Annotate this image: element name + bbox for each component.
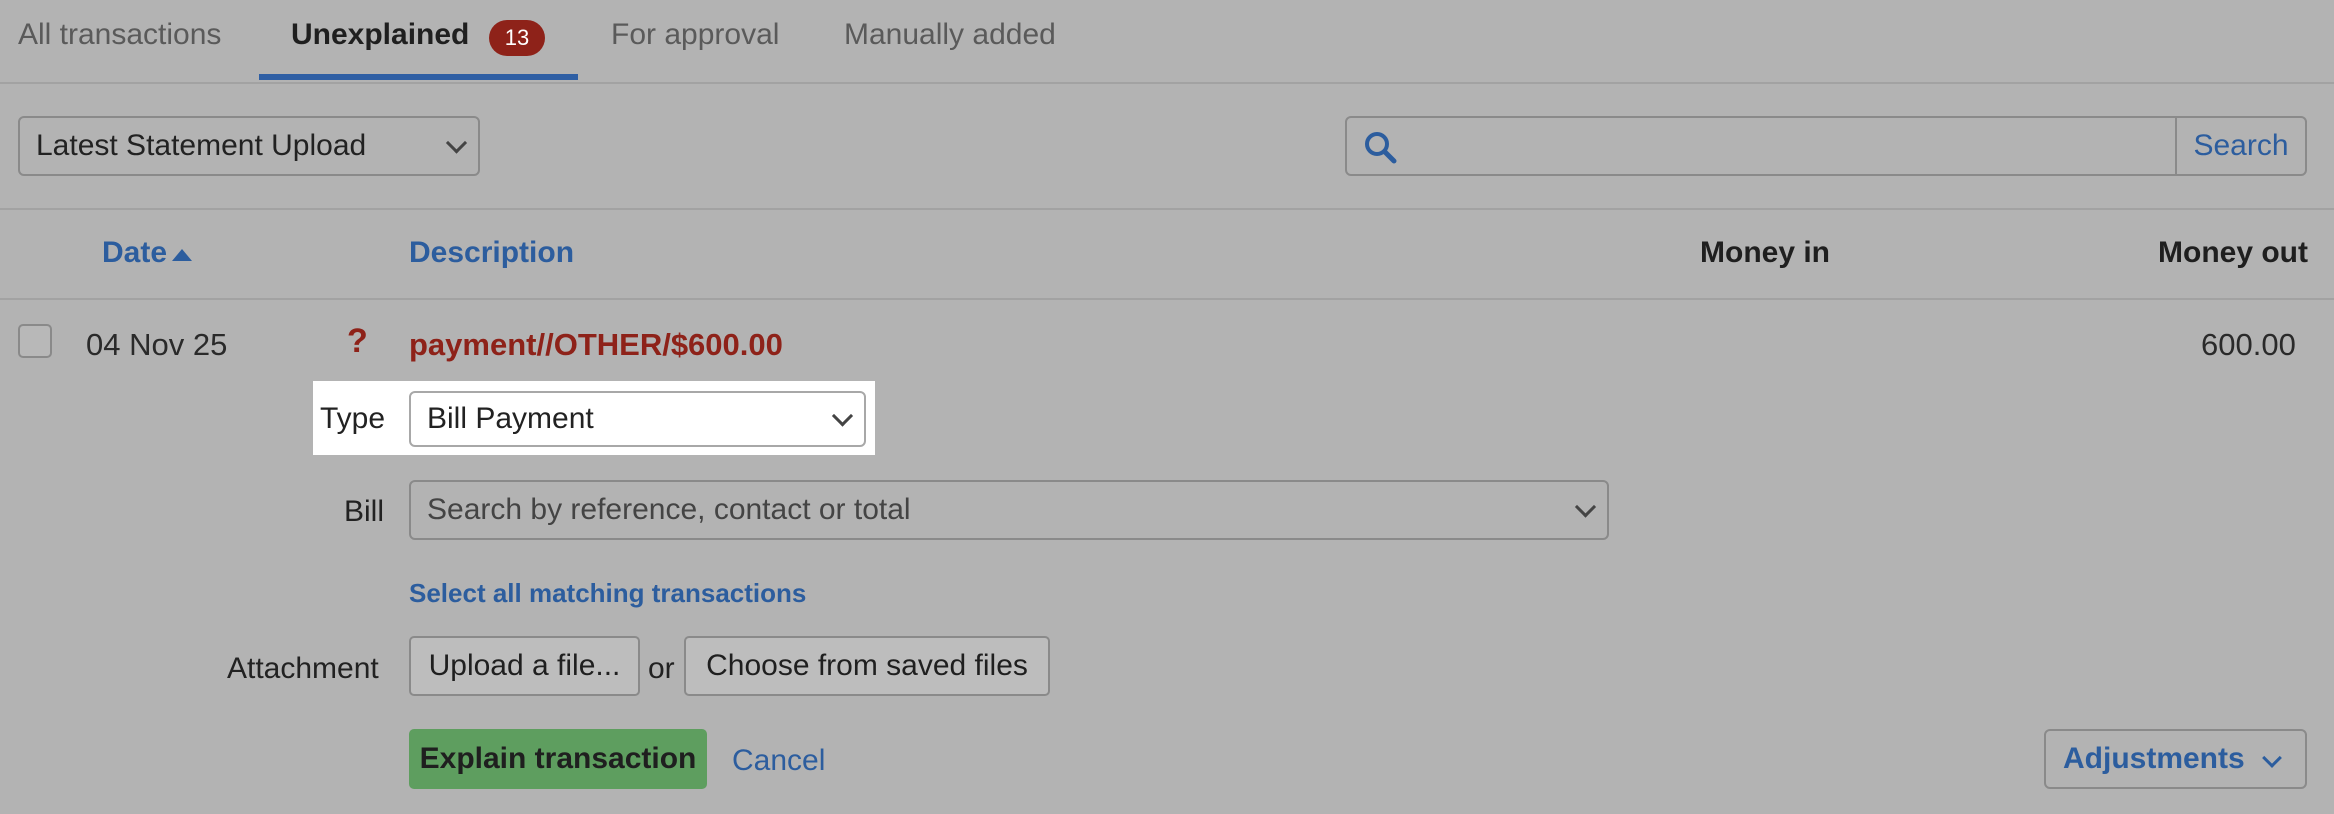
divider [0,208,2334,210]
tab-manually-added[interactable]: Manually added [844,18,1056,52]
bill-label: Bill [344,495,385,528]
cancel-link[interactable]: Cancel [732,744,825,778]
row-money-out: 600.00 [2201,327,2296,362]
search-icon [1365,132,1397,164]
active-tab-indicator [259,74,578,80]
or-text: or [648,652,675,685]
row-date: 04 Nov 25 [86,327,228,362]
choose-saved-files-button[interactable]: Choose from saved files [684,636,1050,696]
unexplained-status-icon: ? [347,322,368,360]
bill-search-select[interactable]: Search by reference, contact or total [409,480,1609,540]
unexplained-count-badge: 13 [489,20,545,56]
upload-file-button[interactable]: Upload a file... [409,636,640,696]
adjustments-button[interactable]: Adjustments [2044,729,2307,789]
type-label: Type [320,402,386,435]
tab-unexplained[interactable]: Unexplained [291,18,469,52]
select-all-matching-link[interactable]: Select all matching transactions [409,578,806,609]
bill-placeholder: Search by reference, contact or total [427,493,911,526]
adjustments-label: Adjustments [2063,742,2245,775]
sort-ascending-icon [172,249,192,261]
tab-all-transactions[interactable]: All transactions [18,18,221,52]
type-select-value: Bill Payment [427,402,594,435]
description-column-header[interactable]: Description [409,236,574,270]
search-input[interactable] [1345,116,2177,176]
type-select[interactable]: Bill Payment [409,391,866,447]
row-description: payment//OTHER/$600.00 [409,327,783,362]
statement-filter-value: Latest Statement Upload [36,129,367,162]
chevron-down-icon [1574,496,1597,518]
money-in-column-header: Money in [1700,236,1831,269]
divider [0,298,2334,300]
money-out-column-header: Money out [2158,236,2308,269]
attachment-label: Attachment [227,652,379,685]
tab-for-approval[interactable]: For approval [611,18,779,52]
row-checkbox[interactable] [18,324,52,358]
search-button[interactable]: Search [2175,116,2307,176]
statement-filter-select[interactable]: Latest Statement Upload [18,116,480,176]
tab-bar: All transactions Unexplained 13 For appr… [0,0,2334,84]
explain-transaction-button[interactable]: Explain transaction [409,729,707,789]
chevron-down-icon [831,405,854,427]
chevron-down-icon [445,132,468,154]
chevron-down-icon [2262,748,2282,768]
date-column-header[interactable]: Date [102,236,167,270]
